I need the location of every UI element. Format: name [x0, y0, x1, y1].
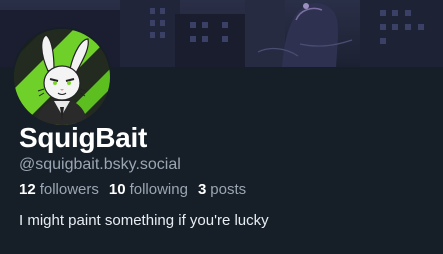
- profile-bio: I might paint something if you're lucky: [19, 212, 269, 229]
- followers-count: 12: [19, 181, 36, 198]
- profile-stats: 12 followers 10 following 3 posts: [19, 180, 246, 200]
- following-count: 10: [108, 181, 126, 198]
- posts-label: posts: [210, 181, 247, 198]
- profile-card: SquigBait @squigbait.bsky.social 12 foll…: [0, 0, 443, 254]
- followers-label: followers: [39, 181, 99, 198]
- posts-count: 3: [197, 181, 207, 198]
- posts-stat: 3 posts: [198, 180, 246, 200]
- display-name: SquigBait: [19, 122, 147, 153]
- followers-stat[interactable]: 12 followers: [19, 180, 99, 200]
- avatar[interactable]: [12, 27, 112, 127]
- following-label: following: [129, 181, 188, 198]
- following-stat[interactable]: 10 following: [109, 180, 188, 200]
- rabbit-avatar-image: [14, 29, 110, 125]
- profile-handle[interactable]: @squigbait.bsky.social: [19, 155, 181, 175]
